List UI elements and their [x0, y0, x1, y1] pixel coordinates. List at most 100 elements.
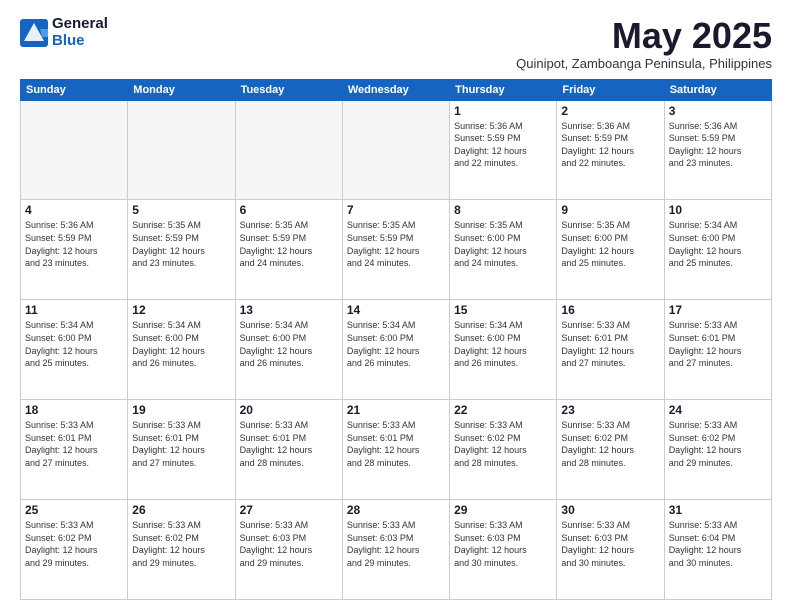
day-info: Sunrise: 5:33 AM Sunset: 6:03 PM Dayligh…: [561, 519, 659, 569]
day-info: Sunrise: 5:33 AM Sunset: 6:03 PM Dayligh…: [454, 519, 552, 569]
day-number: 28: [347, 503, 445, 517]
header: General Blue May 2025 Quinipot, Zamboang…: [20, 16, 772, 71]
logo-general: General: [52, 16, 108, 33]
month-title: May 2025: [516, 16, 772, 56]
day-number: 21: [347, 403, 445, 417]
table-row: 1Sunrise: 5:36 AM Sunset: 5:59 PM Daylig…: [450, 100, 557, 200]
table-row: 2 Sunrise: 5:36 AM Sunset: 5:59 PM Daylig…: [557, 100, 664, 200]
logo-icon: [20, 19, 48, 47]
table-row: 28Sunrise: 5:33 AM Sunset: 6:03 PM Dayli…: [342, 500, 449, 600]
day-number: 20: [240, 403, 338, 417]
day-number: 8: [454, 203, 552, 217]
day-number: 30: [561, 503, 659, 517]
day-info: Sunrise: 5:33 AM Sunset: 6:01 PM Dayligh…: [240, 419, 338, 469]
day-info: Sunrise: 5:35 AM Sunset: 6:00 PM Dayligh…: [454, 219, 552, 269]
day-info: Sunrise: 5:36 AM Sunset: 5:59 PM Dayligh…: [454, 120, 552, 170]
table-row: [128, 100, 235, 200]
table-row: [342, 100, 449, 200]
day-info: Sunrise: 5:34 AM Sunset: 6:00 PM Dayligh…: [347, 319, 445, 369]
calendar-week-row: 4 Sunrise: 5:36 AM Sunset: 5:59 PM Daylig…: [21, 200, 772, 300]
calendar-week-row: 11 Sunrise: 5:34 AM Sunset: 6:00 PM Dayli…: [21, 300, 772, 400]
day-info: Sunrise: 5:34 AM Sunset: 6:00 PM Dayligh…: [454, 319, 552, 369]
table-row: 12Sunrise: 5:34 AM Sunset: 6:00 PM Dayli…: [128, 300, 235, 400]
table-row: 6 Sunrise: 5:35 AM Sunset: 5:59 PM Daylig…: [235, 200, 342, 300]
day-info: Sunrise: 5:36 AM Sunset: 5:59 PM Dayligh…: [25, 219, 123, 269]
table-row: 19 Sunrise: 5:33 AM Sunset: 6:01 PM Dayli…: [128, 400, 235, 500]
day-number: 22: [454, 403, 552, 417]
col-sunday: Sunday: [21, 79, 128, 100]
day-number: 16: [561, 303, 659, 317]
day-info: Sunrise: 5:33 AM Sunset: 6:04 PM Dayligh…: [669, 519, 767, 569]
day-info: Sunrise: 5:35 AM Sunset: 6:00 PM Dayligh…: [561, 219, 659, 269]
table-row: 31 Sunrise: 5:33 AM Sunset: 6:04 PM Dayli…: [664, 500, 771, 600]
day-number: 26: [132, 503, 230, 517]
day-number: 24: [669, 403, 767, 417]
table-row: 18Sunrise: 5:33 AM Sunset: 6:01 PM Dayli…: [21, 400, 128, 500]
table-row: 13 Sunrise: 5:34 AM Sunset: 6:00 PM Dayli…: [235, 300, 342, 400]
day-info: Sunrise: 5:35 AM Sunset: 5:59 PM Dayligh…: [132, 219, 230, 269]
table-row: 21Sunrise: 5:33 AM Sunset: 6:01 PM Dayli…: [342, 400, 449, 500]
day-info: Sunrise: 5:33 AM Sunset: 6:01 PM Dayligh…: [132, 419, 230, 469]
day-number: 5: [132, 203, 230, 217]
day-number: 17: [669, 303, 767, 317]
day-number: 27: [240, 503, 338, 517]
day-number: 15: [454, 303, 552, 317]
table-row: 22 Sunrise: 5:33 AM Sunset: 6:02 PM Dayli…: [450, 400, 557, 500]
day-info: Sunrise: 5:34 AM Sunset: 6:00 PM Dayligh…: [25, 319, 123, 369]
table-row: 23 Sunrise: 5:33 AM Sunset: 6:02 PM Dayli…: [557, 400, 664, 500]
day-number: 11: [25, 303, 123, 317]
day-number: 13: [240, 303, 338, 317]
col-tuesday: Tuesday: [235, 79, 342, 100]
table-row: 24 Sunrise: 5:33 AM Sunset: 6:02 PM Dayli…: [664, 400, 771, 500]
calendar-header-row: Sunday Monday Tuesday Wednesday Thursday…: [21, 79, 772, 100]
day-number: 23: [561, 403, 659, 417]
table-row: 25Sunrise: 5:33 AM Sunset: 6:02 PM Dayli…: [21, 500, 128, 600]
table-row: 10 Sunrise: 5:34 AM Sunset: 6:00 PM Dayli…: [664, 200, 771, 300]
day-number: 10: [669, 203, 767, 217]
table-row: 16 Sunrise: 5:33 AM Sunset: 6:01 PM Dayli…: [557, 300, 664, 400]
day-info: Sunrise: 5:33 AM Sunset: 6:02 PM Dayligh…: [669, 419, 767, 469]
table-row: 7 Sunrise: 5:35 AM Sunset: 5:59 PM Daylig…: [342, 200, 449, 300]
title-block: May 2025 Quinipot, Zamboanga Peninsula, …: [516, 16, 772, 71]
day-number: 19: [132, 403, 230, 417]
day-number: 6: [240, 203, 338, 217]
day-info: Sunrise: 5:35 AM Sunset: 5:59 PM Dayligh…: [240, 219, 338, 269]
day-number: 12: [132, 303, 230, 317]
day-number: 29: [454, 503, 552, 517]
col-saturday: Saturday: [664, 79, 771, 100]
col-wednesday: Wednesday: [342, 79, 449, 100]
day-number: 3: [669, 104, 767, 118]
table-row: [21, 100, 128, 200]
col-friday: Friday: [557, 79, 664, 100]
calendar-week-row: 25Sunrise: 5:33 AM Sunset: 6:02 PM Dayli…: [21, 500, 772, 600]
table-row: 30 Sunrise: 5:33 AM Sunset: 6:03 PM Dayli…: [557, 500, 664, 600]
table-row: 27Sunrise: 5:33 AM Sunset: 6:03 PM Dayli…: [235, 500, 342, 600]
table-row: 11 Sunrise: 5:34 AM Sunset: 6:00 PM Dayli…: [21, 300, 128, 400]
table-row: 17Sunrise: 5:33 AM Sunset: 6:01 PM Dayli…: [664, 300, 771, 400]
day-number: 25: [25, 503, 123, 517]
day-info: Sunrise: 5:34 AM Sunset: 6:00 PM Dayligh…: [240, 319, 338, 369]
table-row: 3 Sunrise: 5:36 AM Sunset: 5:59 PM Daylig…: [664, 100, 771, 200]
day-number: 4: [25, 203, 123, 217]
calendar: Sunday Monday Tuesday Wednesday Thursday…: [20, 79, 772, 600]
subtitle: Quinipot, Zamboanga Peninsula, Philippin…: [516, 56, 772, 71]
table-row: [235, 100, 342, 200]
day-info: Sunrise: 5:36 AM Sunset: 5:59 PM Dayligh…: [561, 120, 659, 170]
day-info: Sunrise: 5:34 AM Sunset: 6:00 PM Dayligh…: [669, 219, 767, 269]
day-number: 31: [669, 503, 767, 517]
day-info: Sunrise: 5:33 AM Sunset: 6:01 PM Dayligh…: [561, 319, 659, 369]
logo: General Blue: [20, 16, 108, 49]
day-info: Sunrise: 5:36 AM Sunset: 5:59 PM Dayligh…: [669, 120, 767, 170]
day-info: Sunrise: 5:33 AM Sunset: 6:01 PM Dayligh…: [25, 419, 123, 469]
day-info: Sunrise: 5:33 AM Sunset: 6:02 PM Dayligh…: [561, 419, 659, 469]
day-number: 2: [561, 104, 659, 118]
day-number: 7: [347, 203, 445, 217]
day-info: Sunrise: 5:33 AM Sunset: 6:02 PM Dayligh…: [454, 419, 552, 469]
col-monday: Monday: [128, 79, 235, 100]
table-row: 14Sunrise: 5:34 AM Sunset: 6:00 PM Dayli…: [342, 300, 449, 400]
table-row: 26Sunrise: 5:33 AM Sunset: 6:02 PM Dayli…: [128, 500, 235, 600]
calendar-week-row: 18Sunrise: 5:33 AM Sunset: 6:01 PM Dayli…: [21, 400, 772, 500]
day-info: Sunrise: 5:35 AM Sunset: 5:59 PM Dayligh…: [347, 219, 445, 269]
table-row: 9 Sunrise: 5:35 AM Sunset: 6:00 PM Daylig…: [557, 200, 664, 300]
day-number: 9: [561, 203, 659, 217]
